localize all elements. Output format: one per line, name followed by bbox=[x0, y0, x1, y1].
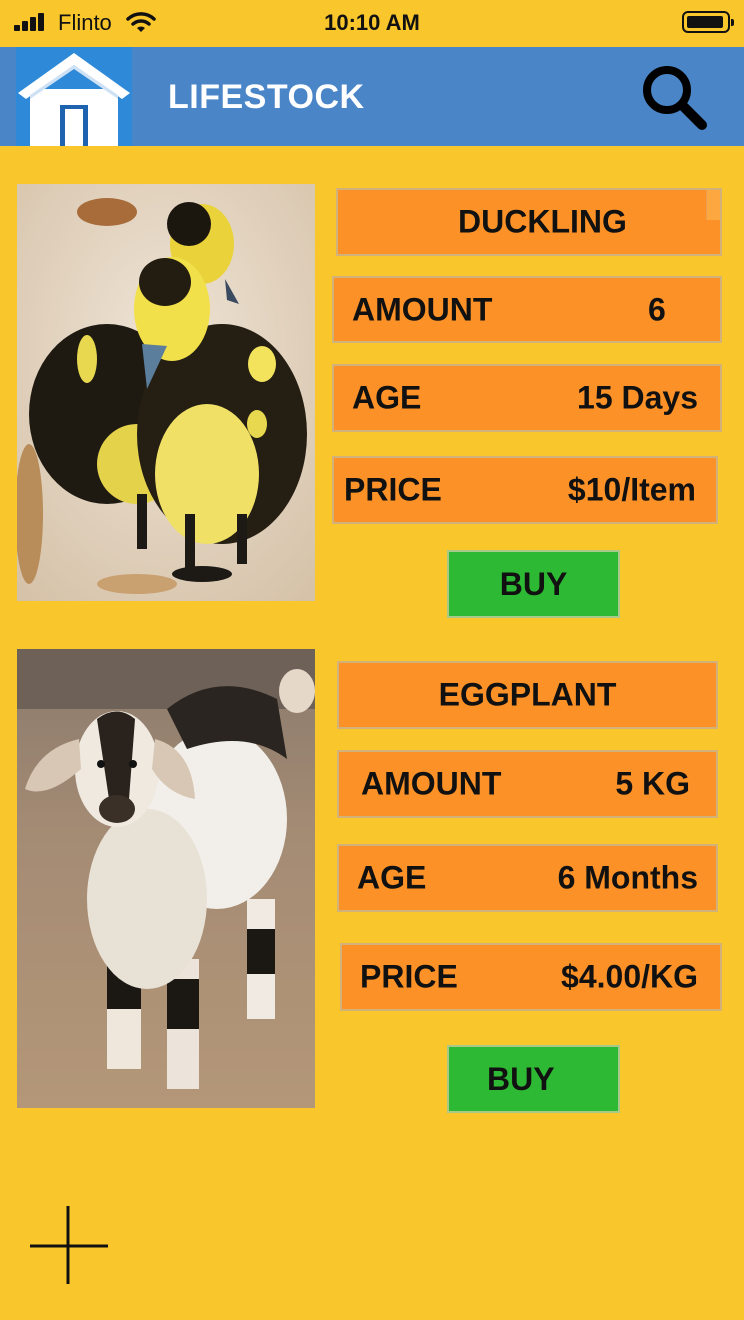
amount-value: 6 bbox=[648, 291, 666, 327]
price-label: PRICE bbox=[344, 471, 442, 508]
amount-value: 5 KG bbox=[615, 765, 690, 802]
home-button[interactable] bbox=[16, 47, 132, 146]
goat-kid-photo bbox=[17, 649, 315, 1108]
search-button[interactable] bbox=[638, 61, 710, 133]
product-image-goat[interactable] bbox=[17, 649, 315, 1108]
corner-mark bbox=[706, 190, 720, 220]
price-value: $10/Item bbox=[567, 471, 696, 508]
amount-label: AMOUNT bbox=[352, 291, 493, 327]
product-image-duckling[interactable] bbox=[17, 184, 315, 601]
amount-field: AMOUNT 6 bbox=[332, 276, 722, 343]
age-label: AGE bbox=[352, 379, 422, 416]
search-icon bbox=[643, 66, 707, 130]
product-name: DUCKLING bbox=[458, 203, 627, 240]
age-value: 15 Days bbox=[577, 379, 698, 416]
buy-button[interactable]: BUY bbox=[447, 1045, 620, 1113]
home-icon bbox=[18, 53, 130, 146]
age-field: AGE 6 Months bbox=[337, 844, 718, 912]
product-name: EGGPLANT bbox=[438, 676, 617, 713]
app-header: LIFESTOCK bbox=[0, 47, 744, 146]
amount-field: AMOUNT 5 KG bbox=[337, 750, 718, 818]
age-field: AGE 15 Days bbox=[332, 364, 722, 432]
buy-button[interactable]: BUY bbox=[447, 550, 620, 618]
price-label: PRICE bbox=[360, 958, 458, 995]
price-field: PRICE $4.00/KG bbox=[340, 943, 722, 1011]
product-name-field: DUCKLING bbox=[336, 188, 722, 256]
ducklings-photo bbox=[17, 184, 315, 601]
plus-icon bbox=[30, 1206, 108, 1284]
age-label: AGE bbox=[357, 859, 427, 896]
add-button[interactable] bbox=[28, 1206, 108, 1286]
app-title: LIFESTOCK bbox=[168, 78, 365, 116]
battery-icon bbox=[682, 11, 734, 33]
price-field: PRICE $10/Item bbox=[332, 456, 718, 524]
age-value: 6 Months bbox=[557, 859, 698, 896]
product-name-field: EGGPLANT bbox=[337, 661, 718, 729]
amount-label: AMOUNT bbox=[361, 765, 502, 802]
price-value: $4.00/KG bbox=[561, 958, 698, 995]
clock: 10:10 AM bbox=[324, 10, 420, 35]
status-bar: Flinto 10:10 AM bbox=[0, 0, 744, 46]
